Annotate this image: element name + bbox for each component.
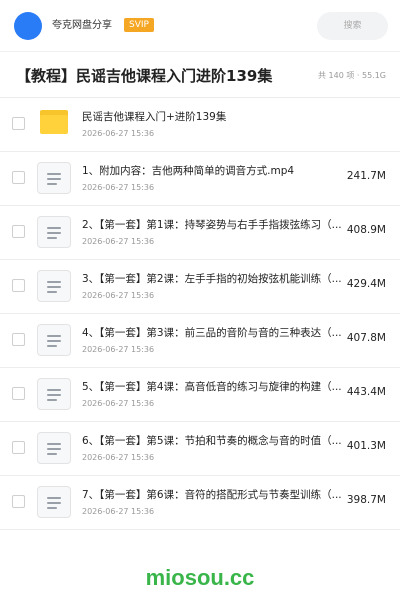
file-name[interactable]: 1、附加内容：吉他两种简单的调音方式.mp4	[82, 164, 350, 179]
share-header: 夸克网盘分享 SVIP 搜索	[0, 0, 400, 52]
file-list: 民谣吉他课程入门+进阶139集 2026-06-27 15:36 1、附加内容：…	[0, 98, 400, 530]
list-item[interactable]: 2、【第一套】第1课：持琴姿势与右手手指拨弦练习（... 2026-06-27 …	[0, 206, 400, 260]
file-size: 443.4M	[346, 386, 386, 398]
document-icon	[37, 270, 71, 302]
owner-name[interactable]: 夸克网盘分享	[52, 19, 112, 33]
search-placeholder: 搜索	[343, 21, 362, 31]
file-name[interactable]: 6、【第一套】第5课：节拍和节奏的概念与音的时值（...	[82, 434, 350, 449]
avatar[interactable]	[14, 12, 42, 40]
file-time: 2026-06-27 15:36	[82, 129, 155, 138]
row-checkbox[interactable]	[12, 333, 25, 346]
file-time: 2026-06-27 15:36	[82, 399, 155, 408]
file-name[interactable]: 3、【第一套】第2课：左手手指的初始按弦机能训练（...	[82, 272, 350, 287]
row-checkbox[interactable]	[12, 279, 25, 292]
document-icon	[37, 378, 71, 410]
list-item[interactable]: 7、【第一套】第6课：音符的搭配形式与节奏型训练（... 2026-06-27 …	[0, 476, 400, 530]
document-icon	[37, 216, 71, 248]
file-name[interactable]: 4、【第一套】第3课：前三品的音阶与音的三种表达（...	[82, 326, 350, 341]
row-checkbox[interactable]	[12, 171, 25, 184]
file-size: 407.8M	[346, 332, 386, 344]
svip-badge: SVIP	[124, 18, 154, 32]
list-item[interactable]: 4、【第一套】第3课：前三品的音阶与音的三种表达（... 2026-06-27 …	[0, 314, 400, 368]
page-title: 【教程】民谣吉他课程入门进阶139集	[16, 67, 273, 85]
share-title-row: 【教程】民谣吉他课程入门进阶139集 共 140 项 · 55.1G	[0, 52, 400, 98]
search-input[interactable]: 搜索	[317, 12, 388, 40]
file-time: 2026-06-27 15:36	[82, 345, 155, 354]
file-time: 2026-06-27 15:36	[82, 507, 155, 516]
row-checkbox[interactable]	[12, 387, 25, 400]
file-time: 2026-06-27 15:36	[82, 237, 155, 246]
list-item-folder[interactable]: 民谣吉他课程入门+进阶139集 2026-06-27 15:36	[0, 98, 400, 152]
list-item[interactable]: 3、【第一套】第2课：左手手指的初始按弦机能训练（... 2026-06-27 …	[0, 260, 400, 314]
document-icon	[37, 486, 71, 518]
file-time: 2026-06-27 15:36	[82, 183, 155, 192]
folder-icon	[40, 110, 68, 134]
document-icon	[37, 432, 71, 464]
file-size: 408.9M	[346, 224, 386, 236]
document-icon	[37, 162, 71, 194]
file-size: 398.7M	[346, 494, 386, 506]
file-time: 2026-06-27 15:36	[82, 291, 155, 300]
share-meta: 共 140 项 · 55.1G	[318, 71, 386, 80]
file-size: 241.7M	[346, 170, 386, 182]
file-name[interactable]: 2、【第一套】第1课：持琴姿势与右手手指拨弦练习（...	[82, 218, 350, 233]
document-icon	[37, 324, 71, 356]
row-checkbox[interactable]	[12, 441, 25, 454]
file-name[interactable]: 7、【第一套】第6课：音符的搭配形式与节奏型训练（...	[82, 488, 350, 503]
row-checkbox[interactable]	[12, 495, 25, 508]
list-item[interactable]: 5、【第一套】第4课：高音低音的练习与旋律的构建（... 2026-06-27 …	[0, 368, 400, 422]
file-size: 401.3M	[346, 440, 386, 452]
list-item[interactable]: 6、【第一套】第5课：节拍和节奏的概念与音的时值（... 2026-06-27 …	[0, 422, 400, 476]
row-checkbox[interactable]	[12, 225, 25, 238]
list-item[interactable]: 1、附加内容：吉他两种简单的调音方式.mp4 2026-06-27 15:36 …	[0, 152, 400, 206]
file-name[interactable]: 民谣吉他课程入门+进阶139集	[82, 110, 350, 125]
file-name[interactable]: 5、【第一套】第4课：高音低音的练习与旋律的构建（...	[82, 380, 350, 395]
row-checkbox[interactable]	[12, 117, 25, 130]
watermark: miosou.cc	[145, 565, 255, 590]
file-size: 429.4M	[346, 278, 386, 290]
file-time: 2026-06-27 15:36	[82, 453, 155, 462]
